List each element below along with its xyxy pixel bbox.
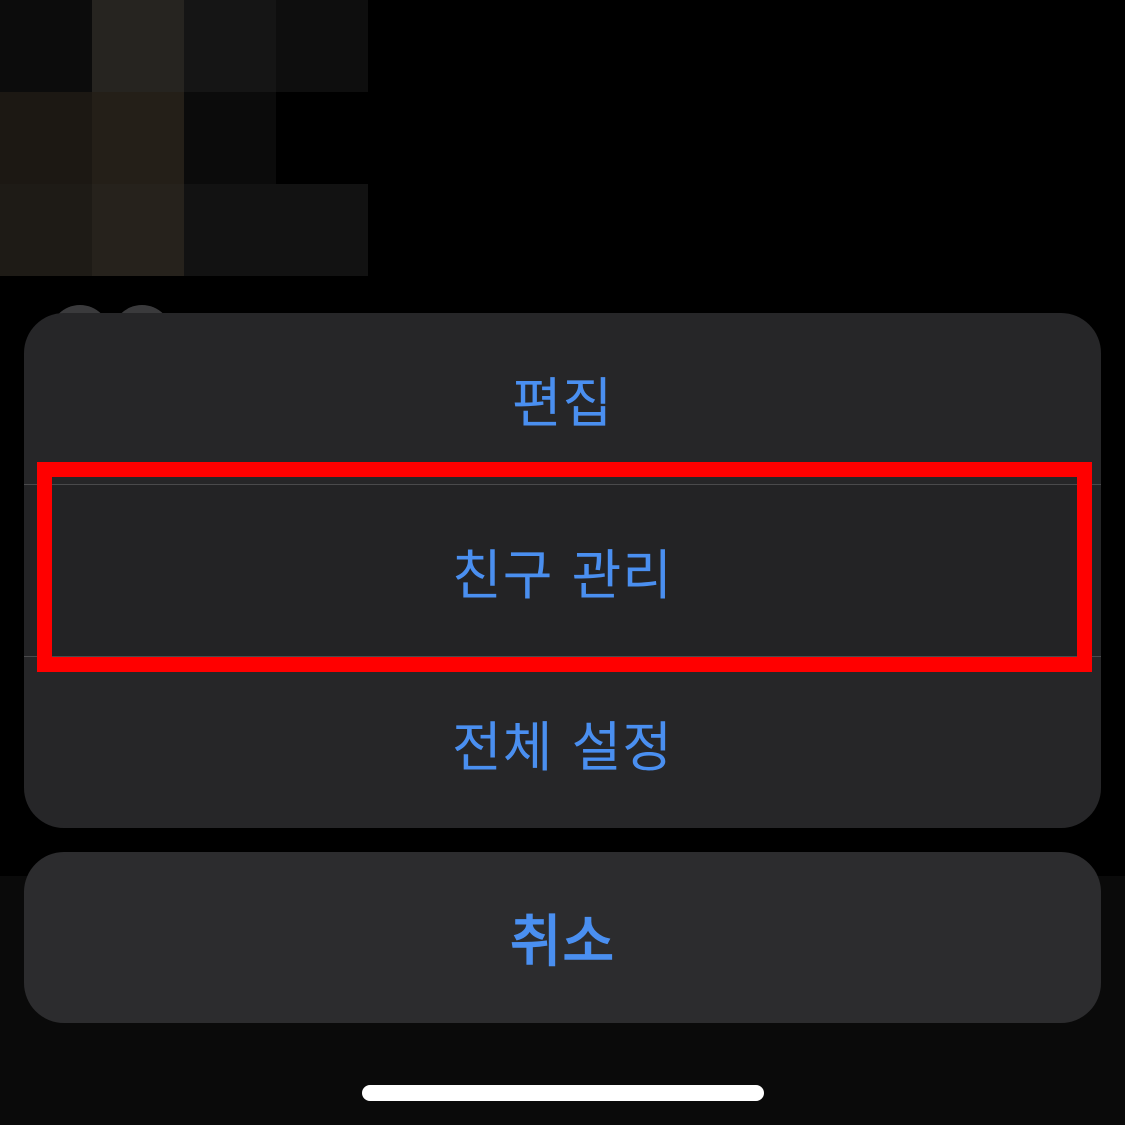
manage-friends-button[interactable]: 친구 관리 <box>24 485 1101 656</box>
cancel-button[interactable]: 취소 <box>24 852 1101 1023</box>
all-settings-button[interactable]: 전체 설정 <box>24 657 1101 828</box>
action-sheet: 편집 친구 관리 전체 설정 <box>24 313 1101 828</box>
screen: 편집 친구 관리 전체 설정 취소 <box>0 0 1125 1125</box>
blurred-background-image <box>0 0 400 300</box>
edit-button[interactable]: 편집 <box>24 313 1101 484</box>
home-indicator[interactable] <box>362 1085 764 1101</box>
